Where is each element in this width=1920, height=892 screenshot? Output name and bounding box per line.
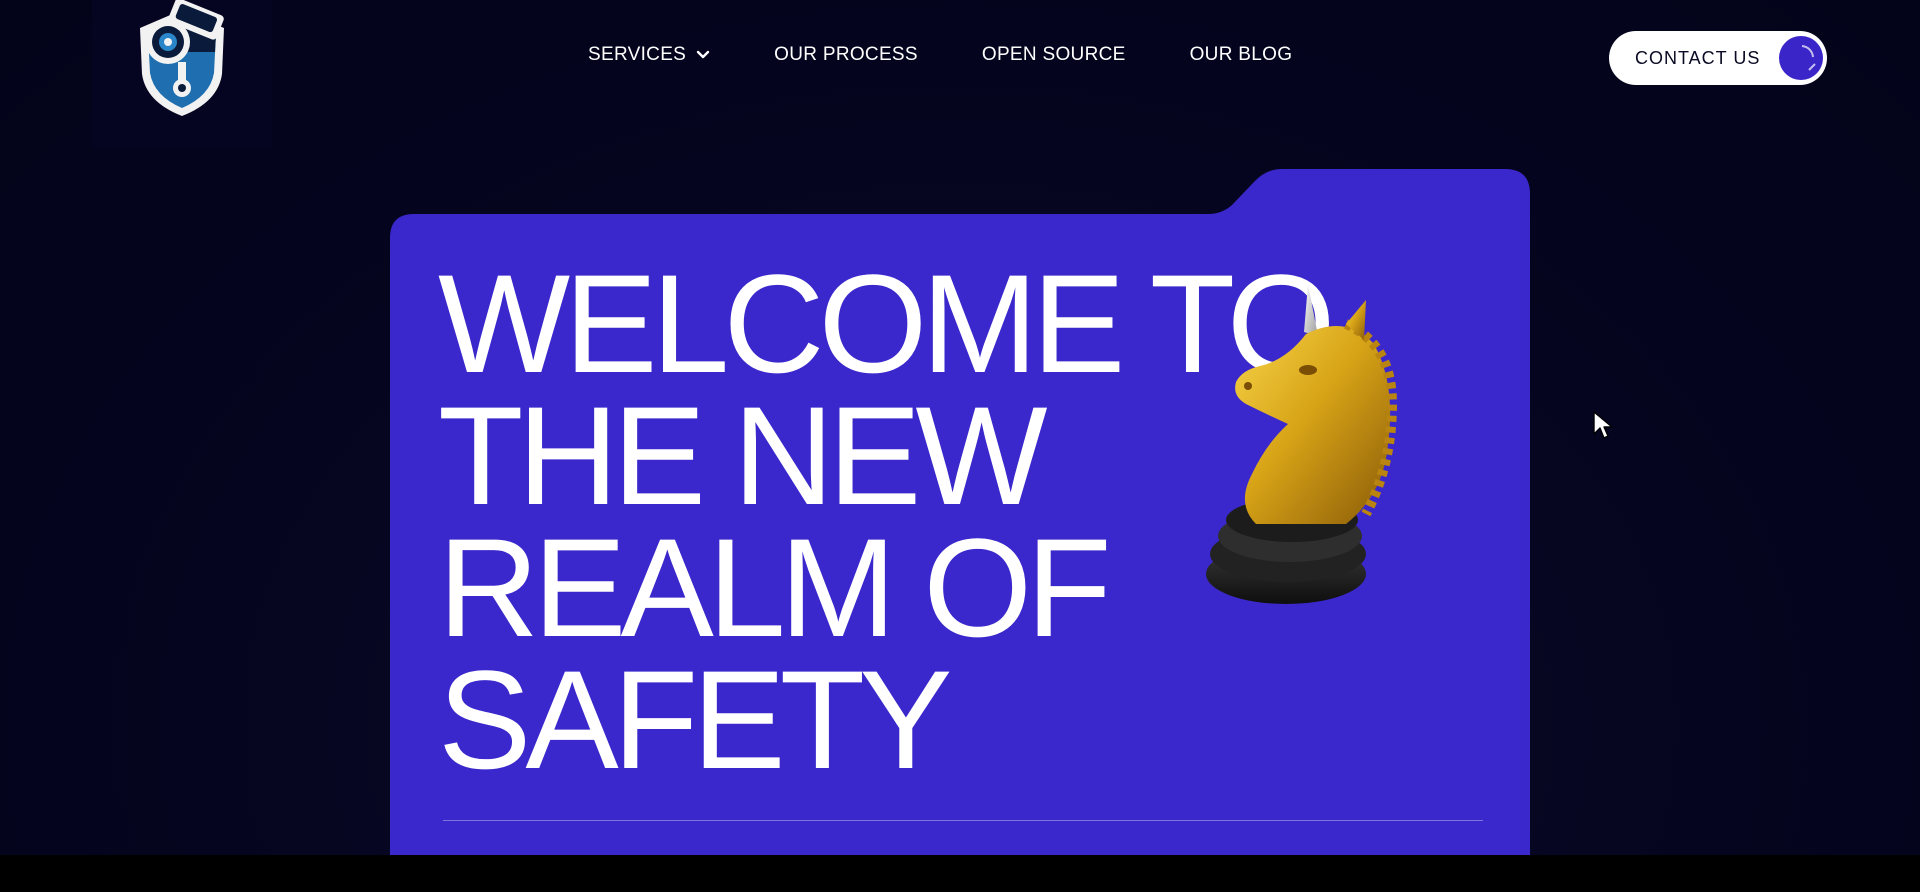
bottom-bar <box>0 855 1920 892</box>
page: SERVICES OUR PROCESS OPEN SOURCE OUR BLO… <box>0 0 1920 855</box>
hero-divider <box>443 820 1483 821</box>
mouse-pointer-icon <box>1593 411 1613 439</box>
hero-title-line: SAFETY <box>438 641 953 798</box>
golden-unicorn-chess-knight <box>1206 284 1398 604</box>
